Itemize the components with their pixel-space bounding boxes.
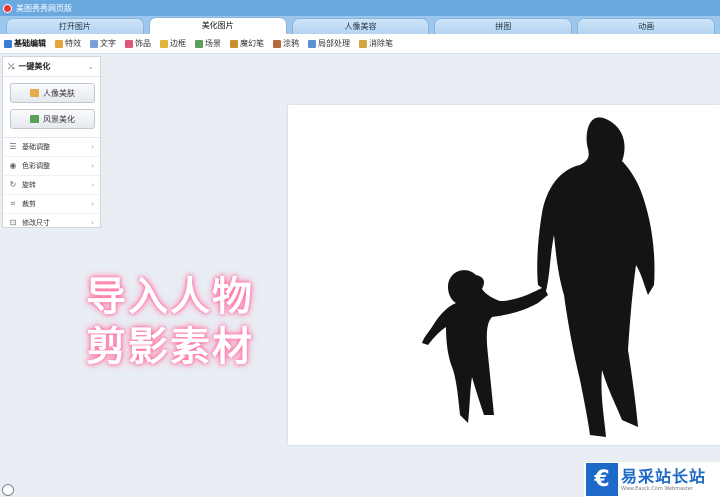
app-title: 美图秀秀网页版 [16,3,72,13]
row-color-adjust[interactable]: ◉ 色彩调整 › [3,157,100,176]
tool-accessory[interactable]: 饰品 [125,38,151,49]
scene-icon [195,39,203,48]
chevron-right-icon: › [91,219,94,227]
rotate-icon: ↻ [9,180,17,189]
silhouette-image [422,117,655,437]
tab-beautify[interactable]: 美化图片 [148,17,287,34]
scenery-beautify-button[interactable]: 风景美化 [10,109,95,129]
overlay-line-2: 剪影素材 [86,324,254,370]
local-process-icon [308,39,316,48]
tool-local-process[interactable]: 局部处理 [308,38,350,49]
tab-portrait[interactable]: 人像美容 [291,18,430,34]
tool-bar: 基础编辑 特效 文字 饰品 边框 场景 魔幻笔 涂鸦 局部处理 消除笔 [0,34,720,54]
overlay-caption: 导入人物 剪影素材 [86,272,286,372]
site-logo-icon: € [586,463,618,496]
row-crop[interactable]: ⌗ 裁剪 › [3,195,100,214]
color-icon: ◉ [9,161,17,170]
overlay-line-1: 导入人物 [86,274,254,320]
chevron-right-icon: › [91,181,94,189]
row-rotate[interactable]: ↻ 旋转 › [3,176,100,195]
meitu-logo-icon [3,3,12,13]
chevron-right-icon: › [91,162,94,170]
edit-icon [4,39,12,48]
title-bar: 美图秀秀网页版 [0,0,720,16]
image-canvas[interactable] [288,105,720,445]
main-tabs: 打开图片 美化图片 人像美容 拼图 动画 [0,16,720,34]
brush-icon [273,39,281,48]
magic-wand-icon [55,39,63,48]
chevron-right-icon: › [91,143,94,151]
tool-text[interactable]: 文字 [90,38,116,49]
tool-frame[interactable]: 边框 [160,38,186,49]
status-circle-icon [2,484,14,496]
resize-icon: ⊡ [9,218,17,227]
text-icon [90,39,98,48]
adjust-list: ☰ 基础调整 › ◉ 色彩调整 › ↻ 旋转 › ⌗ 裁剪 › ⊡ 修改尺寸 › [3,137,100,233]
site-name: 易采站长站 [621,466,707,486]
magic-pen-icon [230,39,238,48]
site-watermark: € 易采站长站 Www.Easck.Com Webmaster [584,462,720,497]
frame-icon [160,39,168,48]
portrait-icon [30,89,39,97]
adjust-icon: ☰ [9,142,17,151]
tool-effects[interactable]: 特效 [55,38,81,49]
tool-doodle[interactable]: 涂鸦 [273,38,299,49]
crop-icon: ⌗ [10,199,16,208]
accessory-icon [125,39,133,48]
portrait-beautify-button[interactable]: 人像美肤 [10,83,95,103]
eraser-icon [359,39,367,48]
chevron-down-icon: ⌄ [87,62,94,71]
tool-eraser[interactable]: 消除笔 [359,38,393,49]
tab-animation[interactable]: 动画 [577,18,715,34]
tool-magic-pen[interactable]: 魔幻笔 [230,38,264,49]
tool-basic-edit[interactable]: 基础编辑 [4,38,46,49]
tab-collage[interactable]: 拼图 [434,18,573,34]
edit-panel: ⤯ 一键美化 ⌄ 人像美肤 风景美化 ☰ 基础调整 › ◉ 色彩调整 › ↻ 旋转 › ⌗ 裁… [2,56,101,233]
site-url: Www.Easck.Com Webmaster [621,485,693,492]
scenery-icon [30,115,39,123]
chevron-right-icon: › [91,200,94,208]
row-resize[interactable]: ⊡ 修改尺寸 › [3,214,100,233]
one-click-beautify-header[interactable]: ⤯ 一键美化 ⌄ [3,57,100,77]
tool-scene[interactable]: 场景 [195,38,221,49]
tab-open-image[interactable]: 打开图片 [6,18,144,34]
row-basic-adjust[interactable]: ☰ 基础调整 › [3,138,100,157]
wand-icon: ⤯ [8,61,15,71]
